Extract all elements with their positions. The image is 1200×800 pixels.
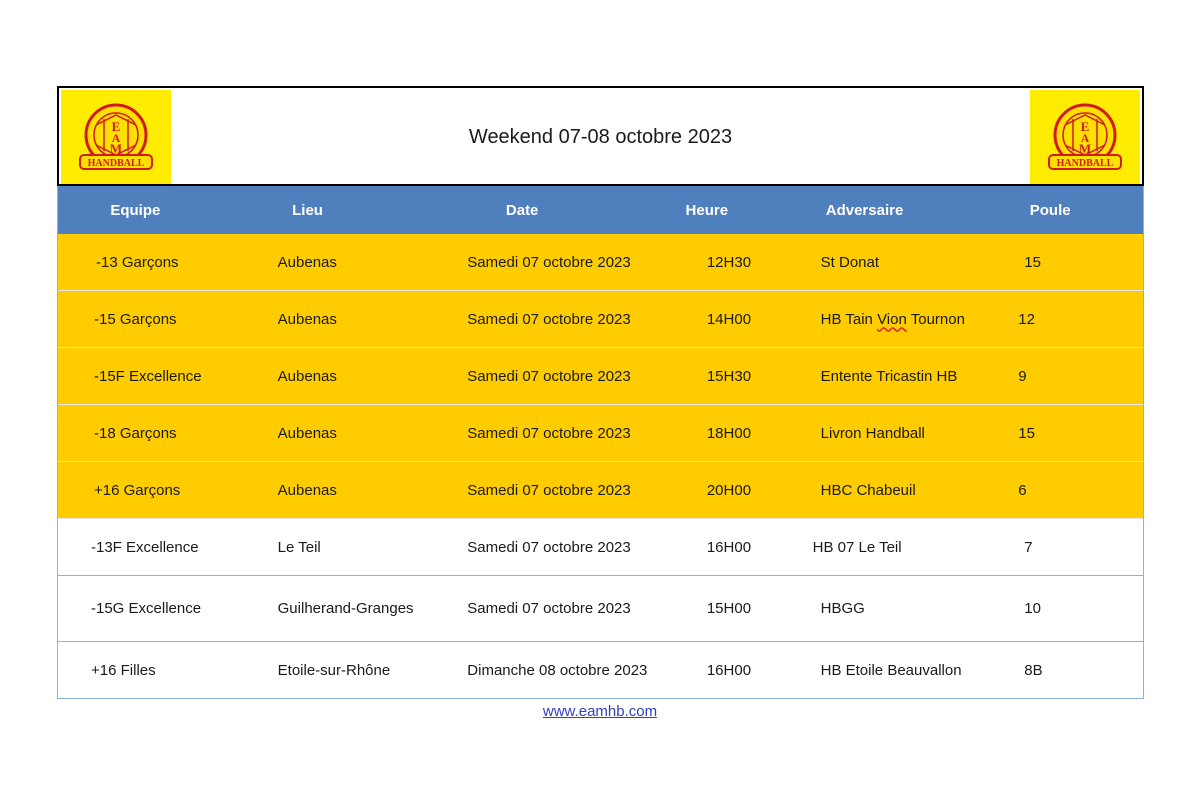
team-cell: +16 Garçons	[94, 481, 181, 499]
venue-cell: Etoile-sur-Rhône	[277, 661, 391, 679]
venue-cell: Le Teil	[277, 538, 321, 556]
venue-cell: Aubenas	[277, 481, 337, 499]
team-cell: -18 Garçons	[94, 424, 177, 442]
time-cell: 15H00	[706, 600, 752, 617]
opponent-cell: HB Tain Vion Tournon	[807, 311, 1017, 328]
opponent-cell: St Donat	[820, 253, 880, 271]
table-row: -13 Garçons Aubenas Samedi 07 octobre 20…	[58, 234, 1143, 291]
opponent-cell: Livron Handball	[820, 424, 925, 442]
opponent-text: HB Tain	[820, 310, 878, 328]
schedule-sheet: E A M HANDBALL Weekend 07-08 octobre 202…	[57, 86, 1144, 699]
svg-text:M: M	[1079, 141, 1091, 156]
pool-cell: 9	[1018, 367, 1027, 385]
time-cell: 16H00	[706, 661, 752, 679]
venue-cell: Guilherand-Granges	[277, 600, 414, 617]
column-header-date: Date	[505, 201, 539, 219]
team-cell: -13F Excellence	[91, 538, 199, 556]
pool-cell: 8B	[1024, 661, 1043, 679]
table-row: -18 Garçons Aubenas Samedi 07 octobre 20…	[58, 405, 1143, 462]
table-row: +16 Filles Etoile-sur-Rhône Dimanche 08 …	[58, 642, 1143, 699]
column-header-adversaire: Adversaire	[825, 201, 904, 219]
footer: www.eamhb.com	[0, 703, 1200, 721]
handball-logo-icon: E A M HANDBALL	[1048, 103, 1122, 170]
column-header-heure: Heure	[685, 201, 729, 219]
page-title: Weekend 07-08 octobre 2023	[468, 126, 733, 148]
svg-text:HANDBALL: HANDBALL	[88, 158, 145, 169]
time-cell: 12H30	[706, 253, 752, 271]
date-cell: Samedi 07 octobre 2023	[467, 600, 631, 617]
club-logo-right: E A M HANDBALL	[1030, 90, 1140, 184]
venue-cell: Aubenas	[277, 253, 337, 271]
opponent-cell: HB Etoile Beauvallon	[820, 661, 962, 679]
opponent-cell: Entente Tricastin HB	[820, 367, 958, 385]
venue-cell: Aubenas	[277, 310, 337, 328]
time-cell: 20H00	[706, 481, 752, 499]
svg-text:HANDBALL: HANDBALL	[1057, 158, 1114, 169]
opponent-cell: HBC Chabeuil	[820, 481, 916, 499]
team-cell: -15G Excellence	[91, 600, 202, 617]
pool-cell: 10	[1024, 600, 1041, 617]
pool-cell: 15	[1018, 424, 1035, 442]
team-cell: -13 Garçons	[96, 253, 179, 271]
date-cell: Samedi 07 octobre 2023	[467, 481, 631, 499]
table-row: -15F Excellence Aubenas Samedi 07 octobr…	[58, 348, 1143, 405]
time-cell: 15H30	[706, 367, 752, 385]
date-cell: Samedi 07 octobre 2023	[467, 310, 631, 328]
time-cell: 14H00	[706, 310, 752, 328]
team-cell: +16 Filles	[91, 661, 156, 679]
table-row: +16 Garçons Aubenas Samedi 07 octobre 20…	[58, 462, 1143, 519]
table-row: -15 Garçons Aubenas Samedi 07 octobre 20…	[58, 291, 1143, 348]
spellcheck-marked-word: Vion	[877, 310, 907, 328]
date-cell: Dimanche 08 octobre 2023	[467, 661, 648, 679]
time-cell: 16H00	[706, 538, 752, 556]
date-cell: Samedi 07 octobre 2023	[467, 367, 631, 385]
table-row: -13F Excellence Le Teil Samedi 07 octobr…	[58, 519, 1143, 576]
pool-cell: 7	[1024, 538, 1033, 556]
team-cell: -15 Garçons	[94, 310, 177, 328]
pool-cell: 15	[1024, 253, 1041, 271]
team-cell: -15F Excellence	[94, 367, 202, 385]
venue-cell: Aubenas	[277, 367, 337, 385]
opponent-cell: HB 07 Le Teil	[812, 538, 902, 556]
time-cell: 18H00	[706, 424, 752, 442]
table-row: -15G Excellence Guilherand-Granges Samed…	[58, 576, 1143, 642]
venue-cell: Aubenas	[277, 424, 337, 442]
pool-cell: 6	[1018, 481, 1027, 499]
schedule-table: Equipe Lieu Date Heure Adversaire Poule …	[57, 186, 1144, 699]
website-link[interactable]: www.eamhb.com	[543, 703, 657, 720]
schedule-header: E A M HANDBALL Weekend 07-08 octobre 202…	[57, 86, 1144, 186]
opponent-text: Tournon	[906, 310, 965, 328]
opponent-cell: HBGG	[820, 600, 865, 617]
pool-cell: 12	[1018, 310, 1035, 328]
date-cell: Samedi 07 octobre 2023	[467, 424, 631, 442]
column-header-poule: Poule	[1029, 201, 1071, 219]
table-header-row: Equipe Lieu Date Heure Adversaire Poule	[58, 186, 1143, 234]
column-header-equipe: Equipe	[110, 201, 161, 219]
date-cell: Samedi 07 octobre 2023	[467, 253, 631, 271]
date-cell: Samedi 07 octobre 2023	[467, 538, 631, 556]
column-header-lieu: Lieu	[292, 201, 323, 219]
